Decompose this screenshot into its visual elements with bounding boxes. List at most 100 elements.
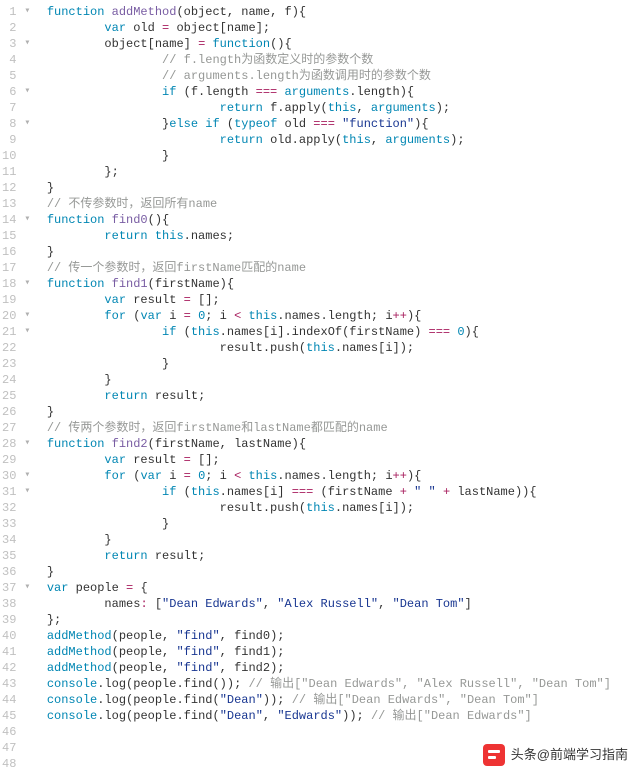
token-this: this [191,325,220,339]
token-kw2: var [140,469,162,483]
line-number: 46 [2,724,16,740]
fold-icon[interactable]: ▾ [22,84,32,100]
token-this: this [306,341,335,355]
token-op: ++ [393,469,407,483]
token-id: result [133,453,176,467]
fold-icon[interactable]: ▾ [22,276,32,292]
token: }; [104,165,118,179]
fold-icon[interactable]: ▾ [22,4,32,20]
token: ( [176,85,190,99]
token-str: "find" [176,661,219,675]
line-number: 37 [2,580,16,596]
fold-icon: · [22,548,32,564]
code-line: ▾ if (this.names[i] === (firstName + " "… [22,484,642,500]
fold-icon: · [22,292,32,308]
fold-icon: · [22,20,32,36]
token: , [263,709,277,723]
line-number: 23 [2,356,16,372]
line-number: 38 [2,596,16,612]
fold-icon[interactable]: ▾ [22,36,32,52]
fold-icon[interactable]: ▾ [22,580,32,596]
token: ]); [393,341,415,355]
token-kw2: function [47,5,105,19]
line-number: 15 [2,228,16,244]
fold-icon[interactable]: ▾ [22,212,32,228]
line-number: 45 [2,708,16,724]
token [227,469,234,483]
line-number: 24 [2,372,16,388]
code-line: ▾ function find0(){ [22,212,642,228]
token-kw2: var [47,581,69,595]
code-line: ▾ function find2(firstName, lastName){ [22,436,642,452]
fold-icon[interactable]: ▾ [22,116,32,132]
code-line: · } [22,372,642,388]
token: , [263,597,277,611]
token-str: "Dean" [220,709,263,723]
token [227,309,234,323]
token: ) [414,325,428,339]
line-number: 12 [2,180,16,196]
fold-icon[interactable]: ▾ [22,484,32,500]
fold-icon[interactable]: ▾ [22,468,32,484]
code-line: ▾ for (var i = 0; i < this.names.length;… [22,308,642,324]
fold-icon[interactable]: ▾ [22,324,32,340]
token-call: addMethod [47,629,112,643]
token: .apply( [277,101,327,115]
token [104,277,111,291]
fold-icon: · [22,132,32,148]
token-id: people [119,661,162,675]
line-number: 3 [2,36,16,52]
fold-icon: · [22,756,32,772]
token: ; [198,389,205,403]
token: } [104,373,111,387]
token: } [162,517,169,531]
line-number: 16 [2,244,16,260]
code-line: · names: ["Dean Edwards", "Alex Russell"… [22,596,642,612]
code-line: · var old = object[name]; [22,20,642,36]
token [263,101,270,115]
code-line: · result.push(this.names[i]); [22,340,642,356]
token-id: old [270,133,292,147]
fold-icon: · [22,708,32,724]
token-kw2: if [162,85,176,99]
token: ){ [465,325,479,339]
line-number: 18 [2,276,16,292]
token: , [378,597,392,611]
token: ){ [414,117,428,131]
token: .log( [97,677,133,691]
token [176,293,183,307]
token-op: = [184,453,191,467]
token: ; [198,549,205,563]
token-com: // f.length为函数定义时的参数个数 [162,53,373,67]
token: ); [450,133,464,147]
token [119,581,126,595]
token-builtin: console [47,709,97,723]
fold-icon: · [22,148,32,164]
token-id: i [385,309,392,323]
code-line: · [22,724,642,740]
token: [ [220,21,227,35]
token-id: firstName [155,277,220,291]
token-kw2: return [104,229,147,243]
fold-icon[interactable]: ▾ [22,308,32,324]
token: ( [176,5,183,19]
token: } [47,565,54,579]
code-line: · // 不传参数时，返回所有name [22,196,642,212]
token-op: = [184,293,191,307]
token-this: this [248,309,277,323]
line-number: 6 [2,84,16,100]
token-kw2: var [104,453,126,467]
line-number: 2 [2,20,16,36]
token-id: old [133,21,155,35]
token: } [162,149,169,163]
code-line: · // f.length为函数定义时的参数个数 [22,52,642,68]
token-this: this [191,485,220,499]
code-line: ▾ }else if (typeof old === "function"){ [22,116,642,132]
token-com: // 传两个参数时，返回firstName和lastName都匹配的name [47,421,388,435]
token: .apply( [292,133,342,147]
token: ( [313,485,327,499]
token: ){ [407,309,421,323]
fold-icon[interactable]: ▾ [22,436,32,452]
code-line: ▾ var people = { [22,580,642,596]
token [148,389,155,403]
